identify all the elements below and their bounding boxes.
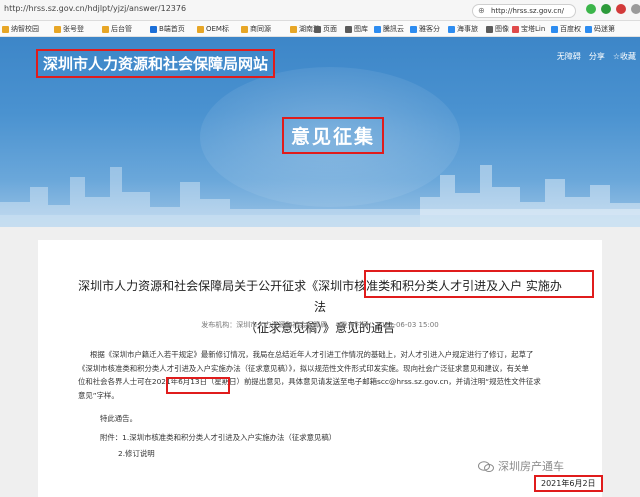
- bookmark-item[interactable]: 后台管: [102, 24, 132, 34]
- bookmark-item[interactable]: 百度权: [551, 24, 581, 34]
- accessibility-link[interactable]: 无障碍: [557, 51, 581, 62]
- globe-icon: ⊕: [478, 6, 485, 15]
- article-meta: 发布机构：深圳市人力资源和社会保障局 发布时间：2021-06-03 15:00: [38, 320, 602, 330]
- body-line: 意见”字样。: [78, 390, 119, 400]
- second-address-bar[interactable]: ⊕ http://hrss.sz.gov.cn/: [472, 4, 576, 18]
- bookmark-item[interactable]: B端首页: [150, 24, 185, 34]
- article-body: 根据《深圳市户籍迁入若干规定》最新修订情况，我局在总结近年人才引进工作情况的基础…: [78, 348, 580, 402]
- watermark: 深圳房产通车: [478, 458, 564, 474]
- bookmark-icon: [314, 25, 321, 33]
- bookmark-item[interactable]: 騰訊云: [374, 24, 404, 34]
- site-title[interactable]: 深圳市人力资源和社会保障局网站: [36, 49, 276, 78]
- attachment-2[interactable]: 2.修订说明: [118, 448, 155, 459]
- menu-icon[interactable]: [631, 4, 640, 14]
- watermark-text: 深圳房产通车: [498, 460, 564, 473]
- header-links: 无障碍 分享 ☆收藏: [557, 51, 636, 62]
- hero-banner: 深圳市人力资源和社会保障局网站 无障碍 分享 ☆收藏 意见征集: [0, 37, 640, 227]
- second-url: http://hrss.sz.gov.cn/: [491, 7, 565, 15]
- address-bar[interactable]: http://hrss.sz.gov.cn/hdjlpt/yjzj/answer…: [4, 4, 186, 13]
- bookmark-icon: [551, 25, 558, 33]
- bookmarks-bar: 纳智校园 张号登 后台管 B端首页 OEM标 商同源 湖南游 页面 图库 騰訊云…: [0, 21, 640, 37]
- bookmark-item[interactable]: 雅客分: [410, 24, 440, 34]
- bookmark-item[interactable]: 页面: [314, 24, 337, 34]
- article-card: 深圳市人力资源和社会保障局关于公开征求《深圳市核准类和积分类人才引进及入户 实施…: [38, 240, 603, 497]
- bookmark-item[interactable]: 张号登: [54, 24, 84, 34]
- body-line: 根据《深圳市户籍迁入若干规定》最新修订情况，我局在总结近年人才引进工作情况的基础…: [90, 350, 534, 359]
- extension-icon[interactable]: [586, 4, 596, 14]
- star-icon: ☆: [612, 52, 620, 61]
- favorite-link[interactable]: ☆收藏: [613, 51, 636, 62]
- bookmark-icon: [345, 25, 352, 33]
- attachment-1[interactable]: 附件：1.深圳市核准类和积分类人才引进及入户实施办法（征求意见稿）: [100, 432, 336, 443]
- article-date: 2021年6月2日: [534, 475, 603, 492]
- publish-time: 发布时间：2021-06-03 15:00: [340, 321, 439, 329]
- bookmark-icon: [585, 25, 592, 33]
- bookmark-icon: [102, 25, 109, 33]
- bookmark-icon: [512, 25, 519, 33]
- bookmark-icon: [374, 25, 381, 33]
- body-line: 位和社会各界人士可在2021年6月13日（星期日）前提出意见，具体意见请发送至电…: [78, 377, 541, 387]
- bookmark-icon: [54, 25, 61, 33]
- bookmark-item[interactable]: 图像: [486, 24, 509, 34]
- bookmark-item[interactable]: 商同源: [241, 24, 271, 34]
- bookmark-icon: [241, 25, 248, 33]
- publisher: 发布机构：深圳市人力资源和社会保障局: [201, 321, 328, 329]
- highlight-box-title: [364, 270, 594, 298]
- highlight-box-deadline: [166, 377, 230, 394]
- bookmark-item[interactable]: 码迷第: [585, 24, 615, 34]
- bookmark-icon: [2, 25, 9, 33]
- bookmark-icon: [448, 25, 455, 33]
- bookmark-icon: [150, 25, 157, 33]
- bookmark-icon: [486, 25, 493, 33]
- share-link[interactable]: 分享: [589, 51, 605, 62]
- bookmark-item[interactable]: 海事旅: [448, 24, 478, 34]
- extension-red-icon[interactable]: [616, 4, 626, 14]
- page-title: 意见征集: [282, 117, 385, 154]
- bookmark-icon: [290, 25, 297, 33]
- bookmark-item[interactable]: 宝塔Lin: [512, 24, 545, 34]
- wechat-icon: [478, 460, 494, 472]
- toolbar-icons: [586, 4, 640, 14]
- wechat-icon[interactable]: [601, 4, 611, 14]
- bookmark-icon: [410, 25, 417, 33]
- city-skyline-illustration: [0, 165, 640, 227]
- bookmark-item[interactable]: 纳智校园: [2, 24, 39, 34]
- notice-text: 特此通告。: [100, 414, 137, 423]
- bookmark-item[interactable]: OEM标: [197, 24, 229, 34]
- bookmark-item[interactable]: 图库: [345, 24, 368, 34]
- browser-toolbar: http://hrss.sz.gov.cn/hdjlpt/yjzj/answer…: [0, 0, 640, 21]
- body-line: 《深圳市核准类和积分类人才引进及入户实施办法（征求意见稿）》，拟以规范性文件形式…: [78, 363, 529, 373]
- bookmark-icon: [197, 25, 204, 33]
